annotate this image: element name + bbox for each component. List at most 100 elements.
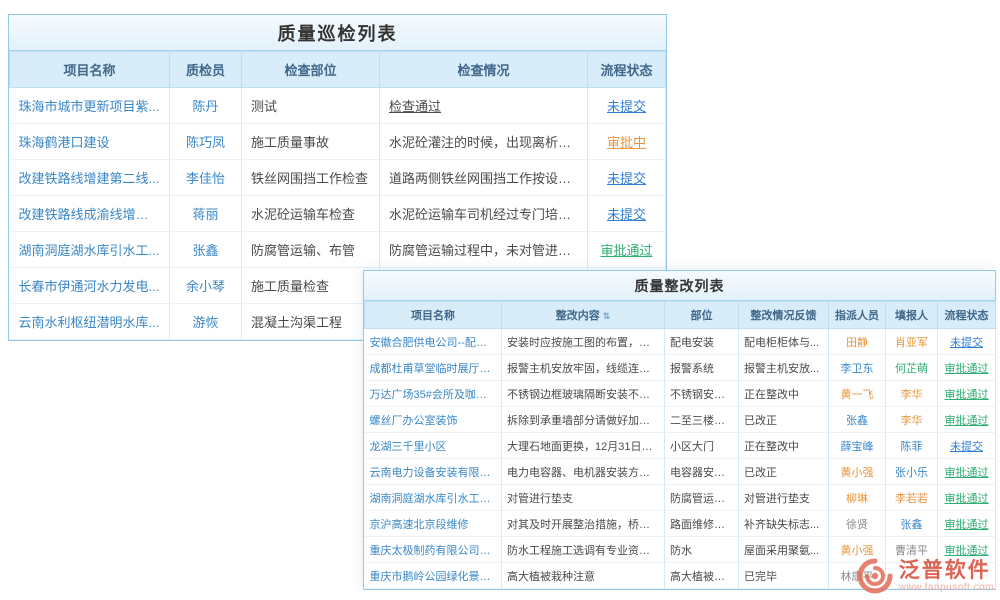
inspector-cell[interactable]: 陈巧凤 — [170, 124, 242, 160]
assignee-cell[interactable]: 柳琳 — [829, 485, 886, 511]
feedback-cell: 已完毕 — [739, 563, 829, 589]
project-name-cell[interactable]: 京沪高速北京段维修 — [365, 511, 502, 537]
project-name-cell[interactable]: 螺丝厂办公室装饰 — [365, 407, 502, 433]
inspector-cell[interactable]: 游恢 — [170, 304, 242, 340]
rectification-row[interactable]: 龙湖三千里小区大理石地面更换，12月31日之...小区大门正在整改中薛宝峰陈菲未… — [365, 433, 996, 459]
column-header-content[interactable]: 整改内容⇅ — [502, 302, 665, 329]
project-name-cell[interactable]: 改建铁路线成渝线增建第... — [10, 196, 170, 232]
feedback-cell: 正在整改中 — [739, 433, 829, 459]
project-name-cell[interactable]: 湖南洞庭湖水库引水工程施工1标 — [365, 485, 502, 511]
project-name-cell[interactable]: 珠海鹤港口建设 — [10, 124, 170, 160]
rectify-content-cell: 安装时应按施工图的布置，将... — [502, 329, 665, 355]
project-name-cell[interactable]: 重庆市鹅岭公园绿化景观提升... — [365, 563, 502, 589]
project-name-cell[interactable]: 湖南洞庭湖水库引水工... — [10, 232, 170, 268]
inspection-row[interactable]: 改建铁路线增建第二线...李佳怡铁丝网围挡工作检查道路两侧铁丝网围挡工作按设计.… — [10, 160, 666, 196]
fanpu-logo-icon — [857, 558, 893, 594]
project-name-cell[interactable]: 成都杜甫草堂临时展厅独立展... — [365, 355, 502, 381]
column-header-situation[interactable]: 检查情况 — [380, 52, 588, 88]
project-name-cell[interactable]: 安徽合肥供电公司--配电设备... — [365, 329, 502, 355]
workflow-status-cell[interactable]: 未提交 — [938, 433, 996, 459]
part-cell: 路面维修检... — [665, 511, 739, 537]
assignee-cell[interactable]: 李卫东 — [829, 355, 886, 381]
inspection-row[interactable]: 珠海市城市更新项目紫...陈丹测试检查通过未提交 — [10, 88, 666, 124]
part-cell: 防腐管运输... — [665, 485, 739, 511]
assignee-cell[interactable]: 徐贤 — [829, 511, 886, 537]
rectification-row[interactable]: 螺丝厂办公室装饰拆除到承重墙部分请做好加固...二至三楼混...已改正张鑫李华审… — [365, 407, 996, 433]
check-location-cell: 铁丝网围挡工作检查 — [242, 160, 380, 196]
column-header-assignee[interactable]: 指派人员 — [829, 302, 886, 329]
part-cell: 高大植被栽种 — [665, 563, 739, 589]
workflow-status-cell[interactable]: 审批通过 — [938, 355, 996, 381]
inspector-cell[interactable]: 张鑫 — [170, 232, 242, 268]
rectification-row[interactable]: 成都杜甫草堂临时展厅独立展...报警主机安放牢固，线缆连接...报警系统报警主机… — [365, 355, 996, 381]
rectification-table-header-row: 项目名称整改内容⇅部位整改情况反馈指派人员填报人流程状态 — [365, 302, 996, 329]
feedback-cell: 已改正 — [739, 407, 829, 433]
inspector-cell[interactable]: 李佳怡 — [170, 160, 242, 196]
workflow-status-cell[interactable]: 审批通过 — [938, 459, 996, 485]
inspector-cell[interactable]: 余小琴 — [170, 268, 242, 304]
reporter-cell[interactable]: 张鑫 — [886, 511, 938, 537]
inspection-row[interactable]: 湖南洞庭湖水库引水工...张鑫防腐管运输、布管防腐管运输过程中，未对管进行...… — [10, 232, 666, 268]
workflow-status-cell[interactable]: 审批通过 — [938, 485, 996, 511]
rectification-row[interactable]: 安徽合肥供电公司--配电设备...安装时应按施工图的布置，将...配电安装配电柜… — [365, 329, 996, 355]
column-header-project[interactable]: 项目名称 — [365, 302, 502, 329]
feedback-cell: 正在整改中 — [739, 381, 829, 407]
rectification-table: 项目名称整改内容⇅部位整改情况反馈指派人员填报人流程状态 安徽合肥供电公司--配… — [364, 301, 996, 589]
reporter-cell[interactable]: 李若若 — [886, 485, 938, 511]
assignee-cell[interactable]: 张鑫 — [829, 407, 886, 433]
project-name-cell[interactable]: 龙湖三千里小区 — [365, 433, 502, 459]
workflow-status-cell[interactable]: 审批通过 — [938, 407, 996, 433]
project-name-cell[interactable]: 长春市伊通河水力发电... — [10, 268, 170, 304]
inspection-row[interactable]: 改建铁路线成渝线增建第...蒋丽水泥砼运输车检查水泥砼运输车司机经过专门培训..… — [10, 196, 666, 232]
workflow-status-cell[interactable]: 审批通过 — [588, 232, 666, 268]
rectification-row[interactable]: 京沪高速北京段维修对其及时开展整治措施，桥头...路面维修检...补齐缺失标志.… — [365, 511, 996, 537]
column-header-reporter[interactable]: 填报人 — [886, 302, 938, 329]
workflow-status-cell[interactable]: 未提交 — [588, 88, 666, 124]
workflow-status-cell[interactable]: 未提交 — [588, 196, 666, 232]
sort-icon[interactable]: ⇅ — [603, 311, 611, 321]
rectify-content-cell: 高大植被栽种注意 — [502, 563, 665, 589]
rectify-content-cell: 不锈钢边框玻璃隔断安装不平... — [502, 381, 665, 407]
reporter-cell[interactable]: 张小乐 — [886, 459, 938, 485]
rectify-content-cell: 防水工程施工选调有专业资质... — [502, 537, 665, 563]
column-header-inspector[interactable]: 质检员 — [170, 52, 242, 88]
column-header-part[interactable]: 部位 — [665, 302, 739, 329]
check-location-cell: 混凝土沟渠工程 — [242, 304, 380, 340]
assignee-cell[interactable]: 黄一飞 — [829, 381, 886, 407]
reporter-cell[interactable]: 何芷萌 — [886, 355, 938, 381]
part-cell: 小区大门 — [665, 433, 739, 459]
check-location-cell: 施工质量检查 — [242, 268, 380, 304]
project-name-cell[interactable]: 重庆太极制药有限公司亳州中... — [365, 537, 502, 563]
reporter-cell[interactable]: 陈菲 — [886, 433, 938, 459]
project-name-cell[interactable]: 万达广场35#会所及咖啡厅空... — [365, 381, 502, 407]
rectification-row[interactable]: 湖南洞庭湖水库引水工程施工1标对管进行垫支防腐管运输...对管进行垫支柳琳李若若… — [365, 485, 996, 511]
reporter-cell[interactable]: 李华 — [886, 381, 938, 407]
reporter-cell[interactable]: 李华 — [886, 407, 938, 433]
rectification-row[interactable]: 万达广场35#会所及咖啡厅空...不锈钢边框玻璃隔断安装不平...不锈钢安装..… — [365, 381, 996, 407]
column-header-project[interactable]: 项目名称 — [10, 52, 170, 88]
column-header-status[interactable]: 流程状态 — [938, 302, 996, 329]
workflow-status-cell[interactable]: 审批通过 — [938, 511, 996, 537]
assignee-cell[interactable]: 田静 — [829, 329, 886, 355]
check-situation-cell[interactable]: 检查通过 — [380, 88, 588, 124]
inspection-row[interactable]: 珠海鹤港口建设陈巧凤施工质量事故水泥砼灌注的时候，出现离析现象审批中 — [10, 124, 666, 160]
reporter-cell[interactable]: 肖亚军 — [886, 329, 938, 355]
rectify-content-cell: 对管进行垫支 — [502, 485, 665, 511]
inspector-cell[interactable]: 蒋丽 — [170, 196, 242, 232]
rectification-row[interactable]: 云南电力设备安装有限公司20...电力电容器、电机器安装方案...电容器安装..… — [365, 459, 996, 485]
project-name-cell[interactable]: 云南电力设备安装有限公司20... — [365, 459, 502, 485]
workflow-status-cell[interactable]: 未提交 — [588, 160, 666, 196]
project-name-cell[interactable]: 珠海市城市更新项目紫... — [10, 88, 170, 124]
assignee-cell[interactable]: 薛宝峰 — [829, 433, 886, 459]
column-header-feedback[interactable]: 整改情况反馈 — [739, 302, 829, 329]
workflow-status-cell[interactable]: 审批通过 — [938, 381, 996, 407]
feedback-cell: 补齐缺失标志... — [739, 511, 829, 537]
project-name-cell[interactable]: 改建铁路线增建第二线... — [10, 160, 170, 196]
column-header-location[interactable]: 检查部位 — [242, 52, 380, 88]
assignee-cell[interactable]: 黄小强 — [829, 459, 886, 485]
inspector-cell[interactable]: 陈丹 — [170, 88, 242, 124]
column-header-status[interactable]: 流程状态 — [588, 52, 666, 88]
workflow-status-cell[interactable]: 审批中 — [588, 124, 666, 160]
workflow-status-cell[interactable]: 未提交 — [938, 329, 996, 355]
project-name-cell[interactable]: 云南水利枢纽潜明水库... — [10, 304, 170, 340]
